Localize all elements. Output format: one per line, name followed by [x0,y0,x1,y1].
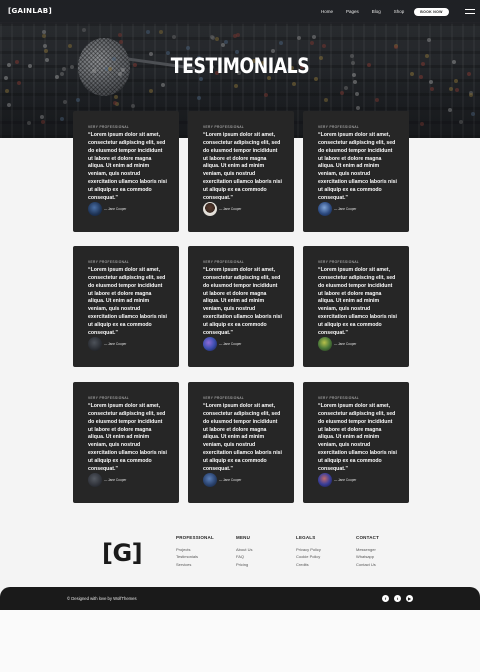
footer-column-professional: PROFESSIONAL Projects Testimonials Servi… [176,535,214,568]
avatar [203,473,217,487]
footer-link-about[interactable]: About Us [236,546,252,553]
avatar [318,473,332,487]
page-bottom-blank [0,610,480,672]
footer-heading: CONTACT [356,535,380,540]
avatar [88,473,102,487]
footer-heading: PROFESSIONAL [176,535,214,540]
author-name: — Jane Cooper [219,342,242,346]
footer-link-testimonials[interactable]: Testimonials [176,553,214,560]
testimonial-label: VERY PROFESSIONAL [88,260,130,264]
footer-link-faq[interactable]: FAQ [236,553,252,560]
author-name: — Jane Cooper [334,342,357,346]
avatar [88,337,102,351]
testimonial-label: VERY PROFESSIONAL [203,396,245,400]
avatar [318,337,332,351]
testimonial-quote: “Lorem ipsum dolor sit amet, consectetur… [88,132,167,201]
author-name: — Jane Cooper [219,207,242,211]
footer-link-projects[interactable]: Projects [176,546,214,553]
testimonial-label: VERY PROFESSIONAL [203,125,245,129]
testimonial-card: VERY PROFESSIONAL “Lorem ipsum dolor sit… [73,111,179,232]
testimonial-quote: “Lorem ipsum dolor sit amet, consectetur… [318,267,397,336]
avatar [88,202,102,216]
twitter-icon[interactable]: t [394,595,401,602]
footer-link-privacy[interactable]: Privacy Policy [296,546,321,553]
author-name: — Jane Cooper [104,342,127,346]
testimonial-card: VERY PROFESSIONAL “Lorem ipsum dolor sit… [73,382,179,503]
book-now-button[interactable]: BOOK NOW [414,8,449,16]
testimonial-card: VERY PROFESSIONAL “Lorem ipsum dolor sit… [73,246,179,367]
footer-link-credits[interactable]: Credits [296,561,321,568]
author-name: — Jane Cooper [219,478,242,482]
testimonial-label: VERY PROFESSIONAL [203,260,245,264]
youtube-icon[interactable]: ▶ [406,595,413,602]
footer-logo[interactable]: [G] [102,539,143,567]
testimonial-card: VERY PROFESSIONAL “Lorem ipsum dolor sit… [303,111,409,232]
footer-column-contact: CONTACT Messenger Whatsapp Contact Us [356,535,379,568]
page-title: TESTIMONIALS [170,54,310,78]
site-logo[interactable]: [GAINLAB] [8,7,52,15]
footer-column-menu: MENU About Us FAQ Pricing [236,535,252,568]
avatar [203,337,217,351]
facebook-icon[interactable]: f [382,595,389,602]
footer: [G] PROFESSIONAL Projects Testimonials S… [0,522,480,590]
hamburger-menu-icon[interactable] [465,9,475,15]
footer-heading: LEGALS [296,535,316,540]
testimonial-author: — Jane Cooper [318,337,356,351]
testimonial-card: VERY PROFESSIONAL “Lorem ipsum dolor sit… [303,382,409,503]
nav-links: Home Pages Blog Shop [321,9,404,14]
nav-link-blog[interactable]: Blog [372,9,381,14]
top-navigation: [GAINLAB] Home Pages Blog Shop BOOK NOW [0,0,480,24]
testimonial-quote: “Lorem ipsum dolor sit amet, consectetur… [203,403,282,472]
author-name: — Jane Cooper [334,478,357,482]
footer-link-contact[interactable]: Contact Us [356,561,379,568]
testimonial-label: VERY PROFESSIONAL [318,125,360,129]
footer-link-whatsapp[interactable]: Whatsapp [356,553,379,560]
testimonial-label: VERY PROFESSIONAL [88,125,130,129]
author-name: — Jane Cooper [334,207,357,211]
testimonial-card: VERY PROFESSIONAL “Lorem ipsum dolor sit… [303,246,409,367]
testimonial-author: — Jane Cooper [88,337,126,351]
footer-link-pricing[interactable]: Pricing [236,561,252,568]
footer-bottom-bar: © Designed with love by WolfThemes f t ▶ [0,587,480,610]
testimonial-quote: “Lorem ipsum dolor sit amet, consectetur… [203,132,282,201]
testimonial-label: VERY PROFESSIONAL [88,396,130,400]
footer-heading: MENU [236,535,251,540]
avatar [318,202,332,216]
testimonial-author: — Jane Cooper [203,202,241,216]
testimonial-card: VERY PROFESSIONAL “Lorem ipsum dolor sit… [188,246,294,367]
footer-link-cookie[interactable]: Cookie Policy [296,553,321,560]
avatar [203,202,217,216]
nav-link-pages[interactable]: Pages [346,9,359,14]
testimonial-quote: “Lorem ipsum dolor sit amet, consectetur… [318,403,397,472]
testimonial-label: VERY PROFESSIONAL [318,396,360,400]
testimonial-quote: “Lorem ipsum dolor sit amet, consectetur… [318,132,397,201]
author-name: — Jane Cooper [104,478,127,482]
testimonial-author: — Jane Cooper [318,202,356,216]
testimonial-author: — Jane Cooper [88,473,126,487]
testimonial-author: — Jane Cooper [203,337,241,351]
footer-link-messenger[interactable]: Messenger [356,546,379,553]
testimonial-quote: “Lorem ipsum dolor sit amet, consectetur… [88,267,167,336]
nav-link-shop[interactable]: Shop [394,9,405,14]
author-name: — Jane Cooper [104,207,127,211]
testimonial-author: — Jane Cooper [318,473,356,487]
testimonial-author: — Jane Cooper [88,202,126,216]
testimonial-author: — Jane Cooper [203,473,241,487]
footer-link-services[interactable]: Services [176,561,214,568]
testimonial-quote: “Lorem ipsum dolor sit amet, consectetur… [203,267,282,336]
testimonial-card: VERY PROFESSIONAL “Lorem ipsum dolor sit… [188,382,294,503]
testimonial-quote: “Lorem ipsum dolor sit amet, consectetur… [88,403,167,472]
testimonial-card: VERY PROFESSIONAL “Lorem ipsum dolor sit… [188,111,294,232]
nav-link-home[interactable]: Home [321,9,333,14]
testimonial-label: VERY PROFESSIONAL [318,260,360,264]
footer-column-legals: LEGALS Privacy Policy Cookie Policy Cred… [296,535,321,568]
copyright-text: © Designed with love by WolfThemes [67,596,137,601]
